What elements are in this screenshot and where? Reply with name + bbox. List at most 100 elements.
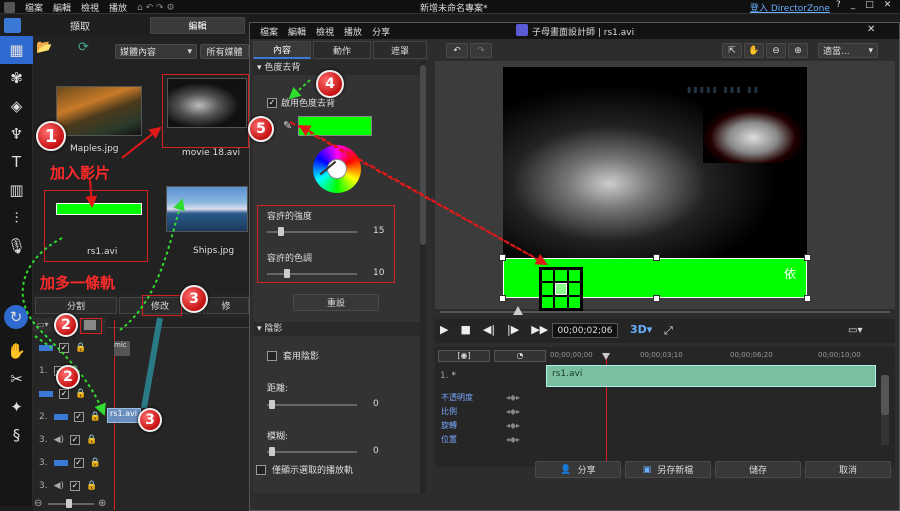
folder-icon[interactable]: 📂 [36,40,52,55]
tab-more[interactable]: 修 [203,297,249,314]
tab-edit[interactable]: 編輯 [150,17,245,34]
highlight-rs1 [44,190,148,262]
enable-chroma-checkbox[interactable]: ✓ [267,97,277,108]
media-room-icon[interactable]: ▦ [0,36,33,64]
select-tool-icon[interactable]: ⇱ [722,43,742,58]
help-button[interactable]: ? [836,0,841,10]
dlg-menu-share[interactable]: 分享 [372,25,390,38]
anchor-grid-icon[interactable] [539,267,583,311]
cancel-button[interactable]: 取消 [805,461,891,478]
blur-slider-knob[interactable] [269,447,275,456]
dlg-menu-file[interactable]: 檔案 [260,25,278,38]
properties-scrollbar[interactable] [420,61,426,493]
transition-icon[interactable]: ▥ [0,176,33,204]
distance-slider[interactable] [267,404,357,406]
aspect-dropdown[interactable]: ▭▾ [848,325,862,336]
tab-capture[interactable]: 擷取 [70,18,90,33]
stop-icon[interactable]: ■ [460,323,470,336]
prev-frame-icon[interactable]: ◀| [483,323,495,336]
preview-scrub-bar[interactable] [440,311,890,313]
audio-icon[interactable]: § [0,421,33,449]
zoom-out-icon[interactable]: ⊖ [766,43,786,58]
tl-prop-rotate[interactable]: 旋轉 ◂◆▸ [435,418,890,432]
main-ruler[interactable] [107,318,249,328]
magic-icon[interactable]: ✦ [0,393,33,421]
maximize-button[interactable]: □ [865,0,874,10]
add-track-icon[interactable] [84,320,96,330]
main-track-clip-rs1[interactable]: rs1.avi [107,408,141,423]
tl-time-3: 00;00;10;00 [818,351,861,359]
apply-shadow-checkbox[interactable] [267,350,277,361]
main-mini-clip[interactable]: mic [114,341,130,356]
blur-value: 0 [373,446,379,456]
share-button[interactable]: 👤 分享 [535,461,621,478]
save-button[interactable]: 儲存 [715,461,801,478]
timeline-mode-button[interactable]: [◉] [438,350,490,362]
toolbar-icons[interactable]: ⌂ ↶ ↷ ⚙ [137,3,174,13]
zoom-dropdown[interactable]: 適當... ▾ [818,43,878,58]
tl-prop-scale[interactable]: 比例 ◂◆▸ [435,404,890,418]
thumb-ships[interactable] [166,186,248,232]
library-filter-dropdown[interactable]: 媒體內容 ▾ [115,44,197,59]
distance-slider-knob[interactable] [269,400,275,409]
undo-button[interactable]: ↶ [446,43,468,58]
minimize-button[interactable]: _ [851,0,856,10]
capture-icon[interactable] [4,18,21,33]
next-frame-icon[interactable]: |▶ [507,323,519,336]
reset-button[interactable]: 重設 [293,294,379,311]
library-filter-dropdown-2[interactable]: 所有媒體 [200,44,249,59]
timecode-display[interactable]: 00;00;02;06 [552,323,618,338]
track-manager-icon[interactable]: ↻ [4,305,28,329]
close-button[interactable]: ✕ [884,0,892,10]
scissors-icon[interactable]: ✂ [0,365,33,393]
tab-properties[interactable]: 內容 [253,41,311,59]
save-as-button[interactable]: ▣ 另存新檔 [625,461,711,478]
menu-play[interactable]: 播放 [109,1,127,14]
color-wheel[interactable] [313,145,361,193]
label-ships: Ships.jpg [193,246,235,256]
fullscreen-icon[interactable]: ⤢ [664,324,673,338]
3d-toggle-icon[interactable]: 3D▾ [630,323,652,336]
refresh-icon[interactable]: ⟳ [78,40,89,55]
tab-motion[interactable]: 動作 [313,41,371,59]
dialog-close-button[interactable]: ✕ [867,24,875,35]
tl-prop-position[interactable]: 位置 ◂◆▸ [435,432,890,446]
effects-icon[interactable]: ✾ [0,64,33,92]
redo-button[interactable]: ↷ [470,43,492,58]
dlg-menu-edit[interactable]: 編輯 [288,25,306,38]
key-color-swatch[interactable] [298,116,372,136]
menu-file[interactable]: 檔案 [25,1,43,14]
title-icon[interactable]: T [0,148,33,176]
fast-forward-icon[interactable]: ▶▶ [531,323,548,336]
voice-icon[interactable]: 🎙 [0,232,33,260]
tl-prop-opacity[interactable]: 不透明度 ◂◆▸ [435,390,890,404]
thumb-maples[interactable] [56,86,142,136]
tab-split[interactable]: 分割 [35,297,117,314]
login-link[interactable]: 登入 DirectorZone [750,1,830,14]
show-selected-track-label: 僅顯示選取的播放軌 [272,466,354,476]
hand-icon[interactable]: ✋ [0,337,33,365]
track-manager-button[interactable]: ▭▾ [37,320,49,329]
shadow-header[interactable]: ▾ 陰影 [253,322,425,336]
dlg-menu-view[interactable]: 檢視 [316,25,334,38]
hand-tool-icon[interactable]: ✋ [744,43,764,58]
eyedropper-icon[interactable]: ✎ [283,119,295,132]
window-title: 新增未命名專案* [420,4,488,14]
zoom-in-icon[interactable]: ⊕ [788,43,808,58]
menu-edit[interactable]: 編輯 [53,1,71,14]
mixer-icon[interactable]: ⫶ [0,204,33,232]
blur-slider[interactable] [267,451,357,453]
highlight-tolerance [257,205,395,283]
menu-view[interactable]: 檢視 [81,1,99,14]
show-selected-track-checkbox[interactable] [256,464,266,475]
tl-clip-rs1[interactable]: rs1.avi [546,365,876,387]
dlg-menu-play[interactable]: 播放 [344,25,362,38]
play-icon[interactable]: ▶ [440,323,448,336]
timeline-clock-button[interactable]: ◔ [494,350,546,362]
particle-icon[interactable]: ♆ [0,120,33,148]
tl-scrollbar[interactable] [881,375,889,445]
preview-canvas[interactable]: ▮▮▮▮▮ ▮▮▮ ▮▮ 依 [435,61,895,311]
pip-icon[interactable]: ◈ [0,92,33,120]
preview-scrub-knob[interactable] [513,306,523,315]
tab-mask[interactable]: 遮罩 [373,41,427,59]
